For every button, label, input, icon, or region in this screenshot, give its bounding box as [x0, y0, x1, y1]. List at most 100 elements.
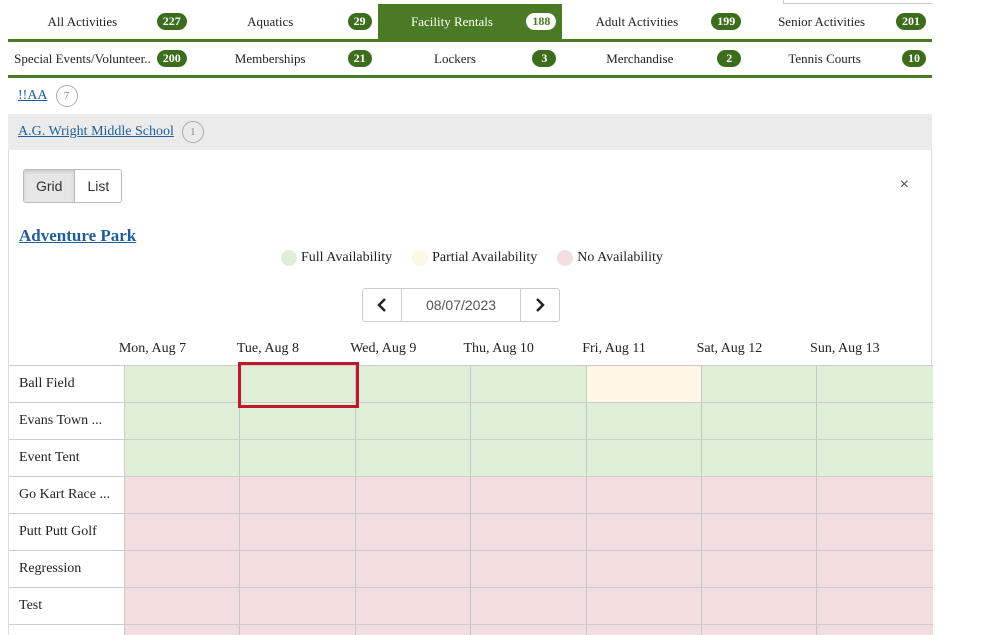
- availability-cell[interactable]: [586, 366, 702, 402]
- tab-lockers[interactable]: Lockers 3: [378, 42, 563, 75]
- availability-cell[interactable]: [240, 514, 356, 550]
- availability-cell[interactable]: [471, 366, 587, 402]
- tab-count-badge: 21: [347, 50, 372, 67]
- facility-link[interactable]: A.G. Wright Middle School: [18, 124, 174, 140]
- date-input[interactable]: 08/07/2023: [401, 289, 521, 321]
- tab-merchandise[interactable]: Merchandise 2: [562, 42, 747, 75]
- availability-cell[interactable]: [701, 403, 818, 439]
- availability-cell[interactable]: [125, 403, 241, 439]
- availability-cell[interactable]: [125, 514, 241, 550]
- availability-cell[interactable]: [586, 625, 702, 635]
- tab-count-badge: 200: [156, 50, 187, 67]
- availability-cell[interactable]: [701, 514, 818, 550]
- tab-senior-activities[interactable]: Senior Activities 201: [747, 4, 932, 39]
- legend-partial: Partial Availability: [412, 250, 537, 266]
- availability-cell[interactable]: [817, 366, 933, 402]
- availability-cell[interactable]: [355, 514, 472, 550]
- availability-cell[interactable]: [701, 551, 818, 587]
- availability-cell[interactable]: [125, 625, 241, 635]
- park-title[interactable]: Adventure Park: [19, 226, 136, 246]
- availability-cell[interactable]: [240, 366, 356, 402]
- availability-cell[interactable]: [240, 588, 356, 624]
- tab-memberships[interactable]: Memberships 21: [193, 42, 378, 75]
- category-tabs-row-2: Special Events/Volunteer.. 200 Memberships…: [8, 42, 932, 78]
- availability-cell[interactable]: [240, 625, 356, 635]
- availability-cell[interactable]: [817, 588, 933, 624]
- availability-cell[interactable]: [125, 440, 241, 476]
- availability-cell[interactable]: [125, 588, 241, 624]
- availability-cell[interactable]: [471, 440, 587, 476]
- prev-week-button[interactable]: [363, 289, 401, 321]
- grid-view-button[interactable]: Grid: [24, 170, 76, 202]
- availability-cell[interactable]: [471, 551, 587, 587]
- tab-special-events-volunteer[interactable]: Special Events/Volunteer.. 200: [8, 42, 193, 75]
- availability-cell[interactable]: [586, 588, 702, 624]
- availability-cell[interactable]: [355, 403, 472, 439]
- legend-partial-dot: [412, 250, 429, 266]
- tab-tennis-courts[interactable]: Tennis Courts 10: [747, 42, 932, 75]
- tab-label: All Activities: [47, 13, 118, 29]
- next-week-button[interactable]: [521, 289, 559, 321]
- tab-count-badge: 227: [156, 13, 187, 30]
- availability-cell[interactable]: [471, 625, 587, 635]
- availability-cell[interactable]: [586, 514, 702, 550]
- availability-cell[interactable]: [240, 440, 356, 476]
- legend-partial-label: Partial Availability: [432, 250, 538, 265]
- availability-cell[interactable]: [355, 477, 472, 513]
- availability-cell[interactable]: [355, 366, 472, 402]
- tab-label: Adult Activities: [595, 13, 679, 29]
- availability-cell[interactable]: [125, 551, 241, 587]
- tab-facility-rentals[interactable]: Facility Rentals 188: [377, 4, 563, 39]
- close-icon[interactable]: ×: [900, 176, 909, 194]
- tab-label: Lockers: [434, 50, 476, 66]
- availability-cell[interactable]: [701, 366, 818, 402]
- availability-cell[interactable]: [355, 440, 472, 476]
- availability-cell[interactable]: [471, 477, 587, 513]
- tab-aquatics[interactable]: Aquatics 29: [193, 4, 378, 39]
- availability-cell[interactable]: [701, 477, 818, 513]
- availability-cell[interactable]: [355, 625, 472, 635]
- availability-cell[interactable]: [240, 403, 356, 439]
- facility-link[interactable]: !!AA: [18, 88, 48, 104]
- tab-count-badge: 29: [347, 13, 372, 30]
- availability-cell[interactable]: [586, 477, 702, 513]
- availability-cell[interactable]: [471, 514, 587, 550]
- availability-cell[interactable]: [701, 625, 818, 635]
- day-label: Tue, Aug 8: [236, 340, 299, 356]
- availability-cell[interactable]: [817, 551, 933, 587]
- availability-cell[interactable]: [586, 403, 702, 439]
- tab-label: Facility Rentals: [411, 13, 493, 29]
- availability-grid: Mon, Aug 7 Tue, Aug 8 Wed, Aug 9 Thu, Aug 1…: [9, 332, 933, 635]
- list-view-button[interactable]: List: [75, 170, 121, 202]
- availability-cell[interactable]: [355, 551, 472, 587]
- tab-label: Aquatics: [247, 13, 294, 29]
- resource-name: Test: [9, 588, 125, 624]
- availability-cell[interactable]: [701, 588, 818, 624]
- availability-cell[interactable]: [240, 477, 356, 513]
- tab-count-badge: 201: [895, 13, 926, 30]
- table-row: Putt Putt Golf: [9, 514, 933, 551]
- availability-cell[interactable]: [817, 625, 933, 635]
- availability-cell[interactable]: [125, 366, 241, 402]
- tab-adult-activities[interactable]: Adult Activities 199: [562, 4, 747, 39]
- availability-cell[interactable]: [701, 440, 818, 476]
- tab-count-badge: 199: [711, 13, 742, 30]
- tab-count-badge: 188: [526, 13, 557, 30]
- legend-none: No Availability: [557, 250, 663, 266]
- availability-cell[interactable]: [355, 588, 472, 624]
- day-label: Sat, Aug 12: [696, 340, 763, 356]
- facility-row: A.G. Wright Middle School 1: [8, 114, 932, 150]
- availability-cell[interactable]: [240, 551, 356, 587]
- availability-cell[interactable]: [817, 477, 933, 513]
- date-navigator: 08/07/2023: [362, 288, 560, 322]
- availability-cell[interactable]: [586, 551, 702, 587]
- table-row: Event Tent: [9, 440, 933, 477]
- availability-cell[interactable]: [817, 403, 933, 439]
- availability-cell[interactable]: [817, 514, 933, 550]
- availability-cell[interactable]: [471, 403, 587, 439]
- availability-cell[interactable]: [471, 588, 587, 624]
- availability-cell[interactable]: [586, 440, 702, 476]
- availability-cell[interactable]: [125, 477, 241, 513]
- availability-cell[interactable]: [817, 440, 933, 476]
- tab-all-activities[interactable]: All Activities 227: [8, 4, 193, 39]
